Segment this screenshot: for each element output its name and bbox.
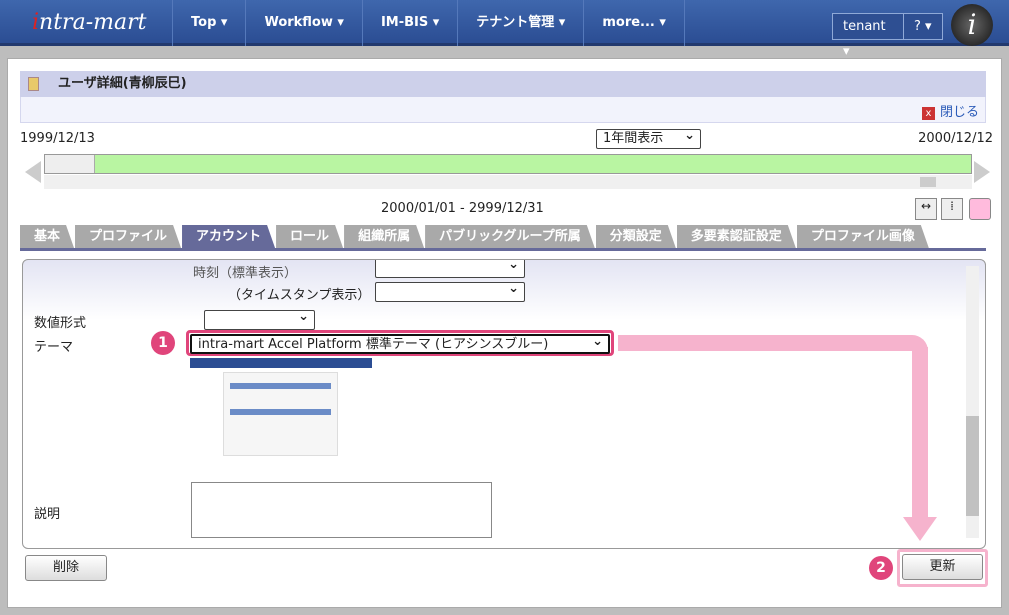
main-nav: Top ▾ Workflow ▾ IM-BIS ▾ テナント管理 ▾ more.… <box>172 0 685 46</box>
timestamp-format-select[interactable] <box>375 280 525 302</box>
guide-arrow <box>618 335 928 351</box>
update-button[interactable]: 更新 <box>902 554 983 580</box>
tab-public-group[interactable]: パブリックグループ所属 <box>425 225 595 248</box>
logo[interactable]: intra-mart <box>32 10 146 35</box>
header: intra-mart Top ▾ Workflow ▾ IM-BIS ▾ テナン… <box>0 0 1009 59</box>
close-button[interactable]: x 閉じる <box>921 101 979 120</box>
help-menu[interactable]: ? ▾ <box>903 13 943 40</box>
content-scrollbar[interactable] <box>966 266 979 538</box>
tab-profile-image[interactable]: プロファイル画像 <box>797 225 929 248</box>
step-badge-1: 1 <box>151 331 175 355</box>
user-detail-panel: ユーザ詳細(青柳辰巳) x 閉じる 1999/12/13 2000/12/12 1… <box>7 58 1002 608</box>
timeline-bar[interactable] <box>44 154 972 174</box>
expand-icon[interactable]: ↔ <box>915 198 937 220</box>
user-avatar-icon[interactable]: i <box>951 4 993 46</box>
delete-button[interactable]: 削除 <box>25 555 107 581</box>
close-icon: x <box>921 107 935 120</box>
tab-basic[interactable]: 基本 <box>20 225 74 248</box>
time-format-select[interactable] <box>375 260 525 278</box>
tenant-menu[interactable]: tenant ▾ <box>832 13 904 59</box>
period-text: 2000/01/01 - 2999/12/31 <box>381 201 544 216</box>
timeline-start: 1999/12/13 <box>20 131 95 146</box>
nav-top[interactable]: Top ▾ <box>172 0 245 46</box>
page-title: ユーザ詳細(青柳辰巳) <box>20 71 986 97</box>
tab-bar: 基本 プロファイル アカウント ロール 組織所属 パブリックグループ所属 分類設… <box>20 225 986 251</box>
number-format-select[interactable] <box>204 308 315 330</box>
tab-mfa[interactable]: 多要素認証設定 <box>677 225 796 248</box>
nav-more[interactable]: more... ▾ <box>583 0 685 46</box>
tab-profile[interactable]: プロファイル <box>75 225 181 248</box>
tab-category[interactable]: 分類設定 <box>596 225 676 248</box>
tab-account[interactable]: アカウント <box>182 225 275 248</box>
nav-workflow[interactable]: Workflow ▾ <box>245 0 362 46</box>
range-select[interactable]: 1年間表示 <box>596 127 701 149</box>
timeline-next-button[interactable] <box>974 161 990 183</box>
timeline-prev-button[interactable] <box>25 161 41 183</box>
split-icon[interactable]: ⁞ <box>941 198 963 220</box>
description-textarea[interactable] <box>191 482 492 538</box>
nav-tenant-admin[interactable]: テナント管理 ▾ <box>457 0 583 46</box>
theme-preview-image <box>190 358 372 458</box>
timeline-scrollbar[interactable] <box>44 175 972 189</box>
account-form: 時刻（標準表示） （タイムスタンプ表示） 数値形式 テーマ intra-mart… <box>22 259 986 549</box>
tab-organization[interactable]: 組織所属 <box>344 225 424 248</box>
tab-role[interactable]: ロール <box>276 225 343 248</box>
theme-select[interactable]: intra-mart Accel Platform 標準テーマ (ヒアシンスブル… <box>190 333 610 354</box>
delete-period-icon[interactable] <box>969 198 991 220</box>
nav-im-bis[interactable]: IM-BIS ▾ <box>361 0 457 46</box>
folder-icon <box>28 77 39 91</box>
step-badge-2: 2 <box>869 556 893 580</box>
timeline-end: 2000/12/12 <box>918 131 993 146</box>
